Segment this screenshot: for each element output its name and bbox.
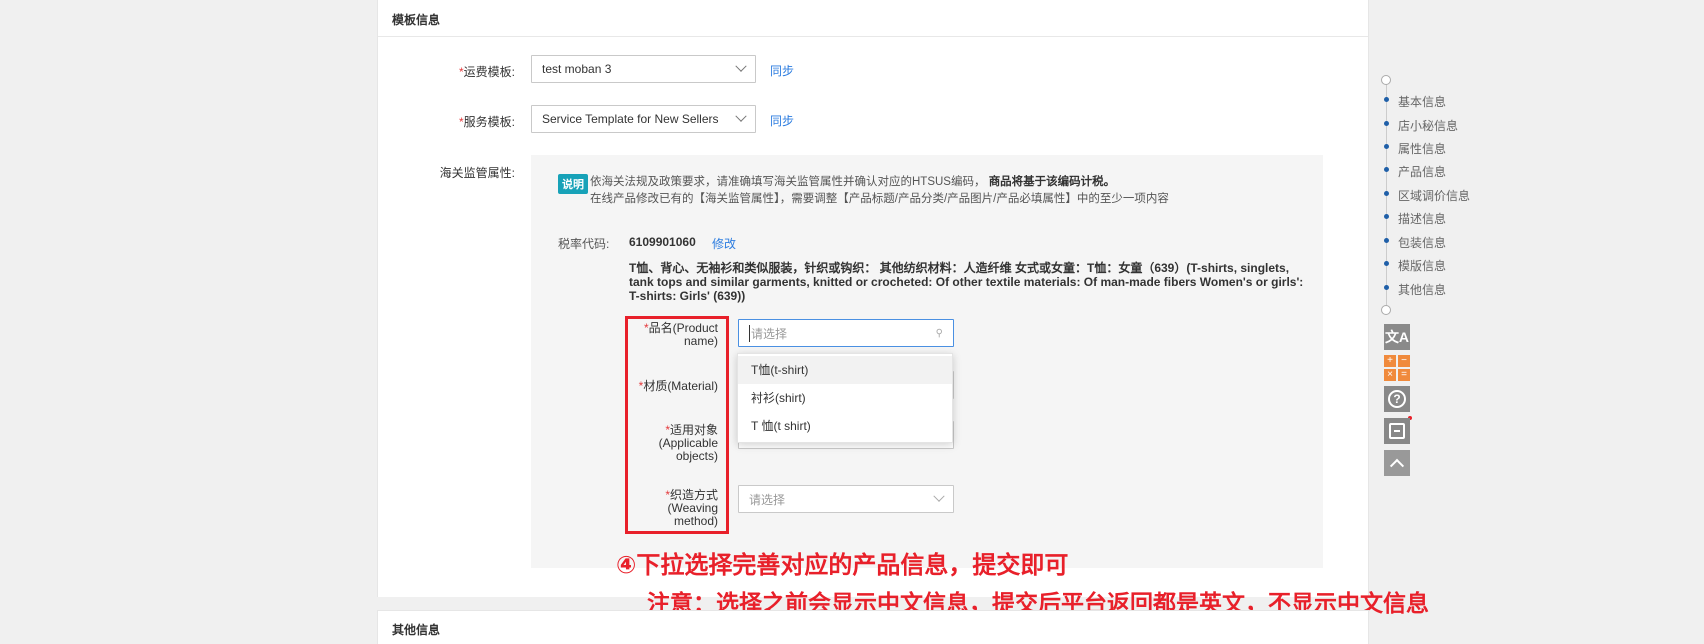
weaving-method-label: *织造方式 (Weaving method): [665, 488, 718, 528]
weaving-method-select[interactable]: 请选择: [738, 485, 954, 513]
calculator-icon[interactable]: + − × =: [1384, 355, 1410, 381]
side-nav-attributes[interactable]: 属性信息: [1398, 140, 1446, 157]
archive-icon[interactable]: [1384, 418, 1410, 444]
service-sync-link[interactable]: 同步: [770, 112, 794, 129]
chevron-down-icon: [735, 60, 747, 72]
dropdown-option[interactable]: T恤(t-shirt): [738, 356, 952, 384]
product-name-placeholder: 请选择: [749, 324, 788, 342]
nav-start-marker: [1381, 75, 1391, 85]
nav-dot: [1384, 285, 1389, 290]
tax-code-label: 税率代码:: [558, 237, 610, 251]
help-icon[interactable]: ?: [1384, 386, 1410, 412]
nav-dot: [1384, 214, 1389, 219]
side-nav-basic[interactable]: 基本信息: [1398, 93, 1446, 110]
translate-icon[interactable]: 文A: [1384, 324, 1410, 350]
template-info-title: 模板信息: [392, 13, 441, 27]
back-to-top-icon[interactable]: [1384, 450, 1410, 476]
side-nav-packaging[interactable]: 包装信息: [1398, 234, 1446, 251]
edit-tax-code-link[interactable]: 修改: [712, 235, 736, 252]
weaving-method-placeholder: 请选择: [749, 492, 786, 507]
dropdown-option[interactable]: 衬衫(shirt): [738, 384, 952, 412]
nav-dot: [1384, 97, 1389, 102]
nav-dot: [1384, 144, 1389, 149]
other-info-title: 其他信息: [392, 623, 441, 637]
chevron-down-icon: [735, 110, 747, 122]
shipping-template-select[interactable]: test moban 3: [531, 55, 756, 83]
nav-dot: [1384, 238, 1389, 243]
dropdown-option[interactable]: T 恤(t shirt): [738, 412, 952, 440]
shipping-template-label: *运费模板:: [458, 65, 515, 79]
side-nav-dxm[interactable]: 店小秘信息: [1398, 117, 1458, 134]
search-icon: ⚲: [935, 327, 943, 339]
tax-code-value: 6109901060: [629, 235, 696, 249]
side-nav-region-price[interactable]: 区域调价信息: [1398, 187, 1470, 204]
annotation-line1: ④下拉选择完善对应的产品信息，提交即可: [616, 551, 1069, 579]
other-info-card: [377, 610, 1369, 644]
service-template-label: *服务模板:: [458, 115, 515, 129]
side-nav-product[interactable]: 产品信息: [1398, 163, 1446, 180]
applicable-objects-label: *适用对象 (Applicable objects): [658, 423, 718, 463]
nav-dot: [1384, 191, 1389, 196]
material-label: *材质(Material): [638, 379, 718, 393]
service-template-value: Service Template for New Sellers: [542, 112, 719, 126]
side-nav-template[interactable]: 模版信息: [1398, 257, 1446, 274]
tax-description: T恤、背心、无袖衫和类似服装，针织或钩织： 其他纺织材料：人造纤维 女式或女童：…: [629, 261, 1304, 303]
product-name-dropdown: T恤(t-shirt) 衬衫(shirt) T 恤(t shirt): [737, 353, 953, 443]
product-name-label: *品名(Product name): [643, 321, 718, 348]
customs-label: 海关监管属性:: [439, 166, 515, 180]
chevron-down-icon: [933, 490, 945, 502]
nav-dot: [1384, 121, 1389, 126]
side-nav-description[interactable]: 描述信息: [1398, 210, 1446, 227]
shipping-sync-link[interactable]: 同步: [770, 62, 794, 79]
shipping-template-value: test moban 3: [542, 62, 612, 76]
nav-end-marker: [1381, 305, 1391, 315]
section-divider: [378, 36, 1368, 37]
side-nav-other[interactable]: 其他信息: [1398, 281, 1446, 298]
nav-dot: [1384, 167, 1389, 172]
service-template-select[interactable]: Service Template for New Sellers: [531, 105, 756, 133]
customs-note-line2: 在线产品修改已有的【海关监管属性】，需要调整【产品标题/产品分类/产品图片/产品…: [590, 193, 1169, 205]
product-name-select[interactable]: 请选择 ⚲: [738, 319, 954, 347]
customs-note-line1: 依海关法规及政策要求，请准确填写海关监管属性并确认对应的HTSUS编码， 商品将…: [590, 176, 1116, 188]
nav-dot: [1384, 261, 1389, 266]
info-tag: 说明: [558, 174, 588, 194]
